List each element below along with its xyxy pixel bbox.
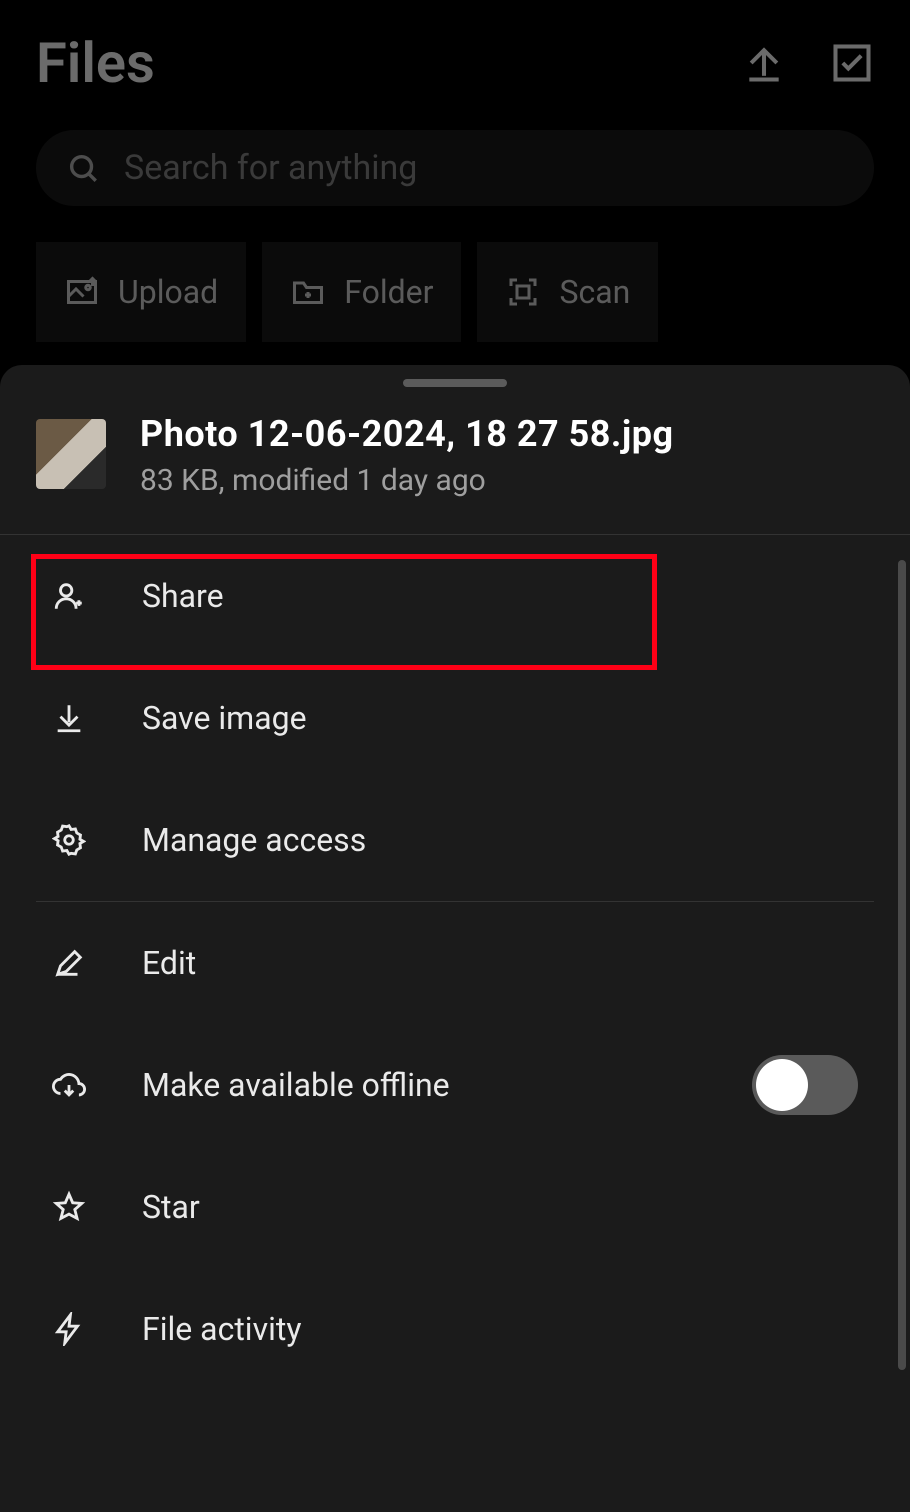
header-actions xyxy=(742,41,874,85)
file-action-sheet: Photo 12-06-2024, 18 27 58.jpg 83 KB, mo… xyxy=(0,365,910,1512)
scan-button-label: Scan xyxy=(559,273,630,311)
menu-label-manage-access: Manage access xyxy=(142,821,366,859)
scan-button[interactable]: Scan xyxy=(477,242,658,342)
image-upload-icon xyxy=(64,274,100,310)
search-icon xyxy=(66,151,100,185)
menu-item-offline[interactable]: Make available offline xyxy=(0,1024,910,1146)
menu-item-file-activity[interactable]: File activity xyxy=(0,1268,910,1390)
page-header: Files xyxy=(0,0,910,96)
menu-label-star: Star xyxy=(142,1188,200,1226)
menu-item-share[interactable]: Share xyxy=(0,535,910,657)
person-add-icon xyxy=(52,579,86,613)
menu-label-edit: Edit xyxy=(142,944,196,982)
folder-button-label: Folder xyxy=(344,273,433,311)
menu-label-offline: Make available offline xyxy=(142,1066,450,1104)
upload-button-label: Upload xyxy=(118,273,218,311)
action-menu: Share Save image Manage access Edit xyxy=(0,534,910,1390)
quick-actions: Upload Folder Scan xyxy=(0,206,910,342)
file-name: Photo 12-06-2024, 18 27 58.jpg xyxy=(140,413,674,455)
folder-button[interactable]: Folder xyxy=(262,242,461,342)
menu-label-share: Share xyxy=(142,577,224,615)
sheet-drag-handle[interactable] xyxy=(403,379,507,387)
toggle-knob xyxy=(756,1059,808,1111)
file-info: Photo 12-06-2024, 18 27 58.jpg 83 KB, mo… xyxy=(0,413,910,534)
cloud-download-icon xyxy=(52,1068,86,1102)
folder-plus-icon xyxy=(290,274,326,310)
scan-icon xyxy=(505,274,541,310)
download-icon xyxy=(52,701,86,735)
gear-icon xyxy=(52,823,86,857)
menu-item-star[interactable]: Star xyxy=(0,1146,910,1268)
offline-toggle[interactable] xyxy=(752,1055,858,1115)
menu-item-manage-access[interactable]: Manage access xyxy=(0,779,910,901)
star-icon xyxy=(52,1190,86,1224)
upload-arrow-icon[interactable] xyxy=(742,41,786,85)
upload-button[interactable]: Upload xyxy=(36,242,246,342)
file-thumbnail xyxy=(36,419,106,489)
file-meta: 83 KB, modified 1 day ago xyxy=(140,463,674,498)
bolt-icon xyxy=(52,1312,86,1346)
menu-label-file-activity: File activity xyxy=(142,1310,301,1348)
select-check-icon[interactable] xyxy=(830,41,874,85)
scrollbar[interactable] xyxy=(898,560,906,1370)
search-placeholder: Search for anything xyxy=(124,148,417,188)
search-bar[interactable]: Search for anything xyxy=(36,130,874,206)
menu-label-save-image: Save image xyxy=(142,699,307,737)
menu-item-save-image[interactable]: Save image xyxy=(0,657,910,779)
page-title: Files xyxy=(36,30,155,96)
pencil-icon xyxy=(52,946,86,980)
menu-item-edit[interactable]: Edit xyxy=(0,902,910,1024)
